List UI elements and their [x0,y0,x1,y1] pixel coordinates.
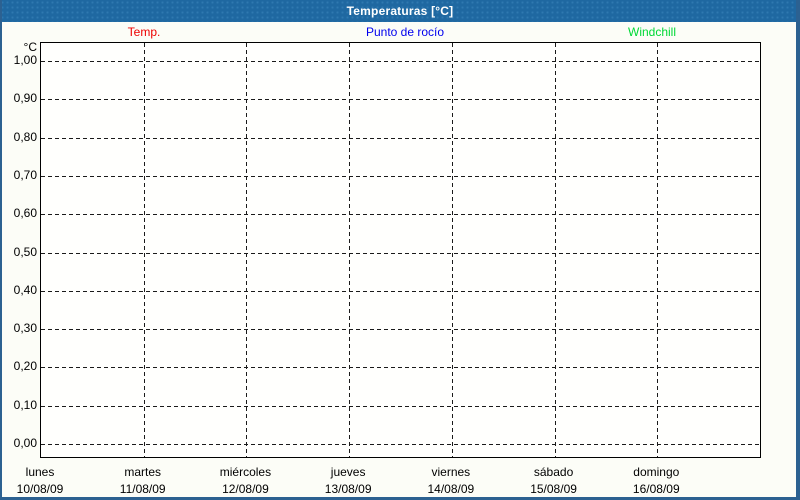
y-axis-tick-label: 0,70 [13,167,37,182]
v-gridline [452,43,453,457]
x-axis-day-label: jueves [330,465,366,479]
h-gridline [41,214,760,216]
v-gridline [246,43,247,457]
x-axis-date-label: 10/08/09 [16,482,64,496]
h-gridline [41,137,760,139]
y-axis-tick-label: 0,80 [13,129,37,144]
legend-item-windchill: Windchill [627,25,677,39]
v-gridline [349,43,350,457]
h-gridline [41,367,760,369]
y-axis-tick-label: 1,00 [13,53,37,67]
chart-legend: Temp. Punto de rocío Windchill [2,0,796,40]
y-axis-tick-label: 0,90 [13,91,37,106]
h-gridline [41,290,760,292]
x-axis-day-label: viernes [431,465,471,479]
y-axis-tick-label: 0,30 [13,321,37,336]
y-axis-tick-label: 0,40 [13,282,37,297]
h-gridline [41,405,760,407]
y-axis-tick-label: 0,50 [13,244,37,259]
x-axis-day-label: lunes [25,465,55,479]
y-axis-tick-label: 0,00 [13,436,37,450]
y-axis-tick-label: 0,10 [13,397,37,412]
v-gridline [657,43,658,457]
chart-window: Temperaturas [°C] Temp. Punto de rocío Win… [0,0,800,500]
x-axis-day-label: martes [124,465,162,479]
v-gridline [555,43,556,457]
v-gridline [144,43,145,457]
h-gridline [41,252,760,254]
x-axis-day-label: miércoles [219,465,272,479]
y-axis-tick-label: 0,20 [13,359,37,374]
x-axis-date-label: 14/08/09 [427,482,475,496]
y-axis-tick-label: 0,60 [13,206,37,221]
h-gridline [41,329,760,331]
x-axis-date-label: 16/08/09 [632,482,680,496]
x-axis-date-label: 13/08/09 [324,482,372,496]
h-gridline [41,61,760,62]
x-axis-day-label: domingo [633,465,680,479]
x-axis-date-label: 12/08/09 [222,482,269,496]
x-axis-date-label: 11/08/09 [119,482,166,496]
x-axis-day-label: sábado [533,465,574,479]
h-gridline [41,99,760,101]
legend-item-temp-: Temp. [127,25,161,39]
plot-area [40,42,761,458]
x-axis-date-label: 15/08/09 [530,482,577,496]
h-gridline [41,175,760,177]
h-gridline [41,444,760,445]
legend-item-punto-de-roc-o: Punto de rocío [365,25,445,39]
